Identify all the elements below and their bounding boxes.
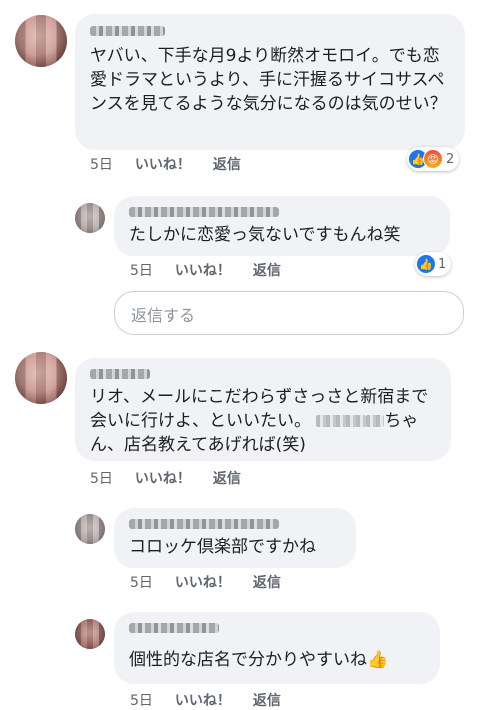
like-button[interactable]: いいね！ xyxy=(135,468,191,488)
comment-bubble: リオ、メールにこだわらずさっさと新宿まで会いに行けよ、といいたい。 ちゃん、店名… xyxy=(75,358,451,461)
reply-text: 個性的な店名で分かりやすいね👍 xyxy=(129,650,389,670)
reply-input[interactable]: 返信する xyxy=(114,291,464,335)
reaction-summary[interactable]: 👍 😡 2 xyxy=(407,147,460,171)
commenter-name[interactable] xyxy=(129,623,219,633)
comment-time[interactable]: 5日 xyxy=(90,468,113,488)
avatar[interactable] xyxy=(15,352,67,404)
like-button[interactable]: いいね！ xyxy=(175,260,231,280)
comment-text: リオ、メールにこだわらずさっさと新宿まで会いに行けよ、といいたい。 ちゃん、店名… xyxy=(90,385,440,457)
reply-button[interactable]: 返信 xyxy=(253,572,281,592)
comment-bubble: ヤバい、下手な月9より断然オモロイ。でも恋愛ドラマというより、手に汗握るサイコサ… xyxy=(75,14,465,150)
reply-time[interactable]: 5日 xyxy=(130,260,153,280)
like-button[interactable]: いいね！ xyxy=(175,690,231,710)
reply-actions: 5日 いいね！ 返信 xyxy=(130,572,281,592)
reply-bubble: 個性的な店名で分かりやすいね👍 xyxy=(114,612,440,684)
reply-bubble: たしかに恋愛っ気ないですもんね笑 xyxy=(114,196,450,256)
like-button[interactable]: いいね！ xyxy=(135,154,191,174)
reply-text: コロッケ倶楽部ですかね xyxy=(129,537,316,557)
reply-bubble: コロッケ倶楽部ですかね xyxy=(114,508,356,568)
comment-actions: 5日 いいね！ 返信 xyxy=(90,154,241,174)
reply-time[interactable]: 5日 xyxy=(130,690,153,710)
comment-text: ヤバい、下手な月9より断然オモロイ。でも恋愛ドラマというより、手に汗握るサイコサ… xyxy=(90,46,447,114)
reply-button[interactable]: 返信 xyxy=(213,154,241,174)
commenter-name[interactable] xyxy=(129,519,279,529)
reply-input-placeholder: 返信する xyxy=(131,306,196,325)
reply-button[interactable]: 返信 xyxy=(213,468,241,488)
reaction-summary[interactable]: 👍 1 xyxy=(415,252,452,276)
reply-button[interactable]: 返信 xyxy=(253,690,281,710)
reply-actions: 5日 いいね！ 返信 xyxy=(130,690,281,710)
thumbs-up-icon: 👍 xyxy=(417,255,435,273)
angry-face-icon: 😡 xyxy=(423,149,443,169)
mentioned-name[interactable] xyxy=(366,415,385,427)
avatar[interactable] xyxy=(75,619,105,649)
comment-time[interactable]: 5日 xyxy=(90,154,113,174)
reply-time[interactable]: 5日 xyxy=(130,572,153,592)
like-button[interactable]: いいね！ xyxy=(175,572,231,592)
mentioned-name[interactable] xyxy=(316,415,367,427)
commenter-name[interactable] xyxy=(90,369,150,379)
reaction-count: 2 xyxy=(446,151,455,167)
avatar[interactable] xyxy=(15,15,67,67)
avatar[interactable] xyxy=(75,514,105,544)
commenter-name[interactable] xyxy=(90,26,165,36)
reply-text: たしかに恋愛っ気ないですもんね笑 xyxy=(129,225,401,245)
commenter-name[interactable] xyxy=(129,207,279,217)
reaction-count: 1 xyxy=(438,256,447,272)
reply-button[interactable]: 返信 xyxy=(253,260,281,280)
avatar[interactable] xyxy=(75,203,105,233)
comment-actions: 5日 いいね！ 返信 xyxy=(90,468,241,488)
reply-actions: 5日 いいね！ 返信 xyxy=(130,260,281,280)
